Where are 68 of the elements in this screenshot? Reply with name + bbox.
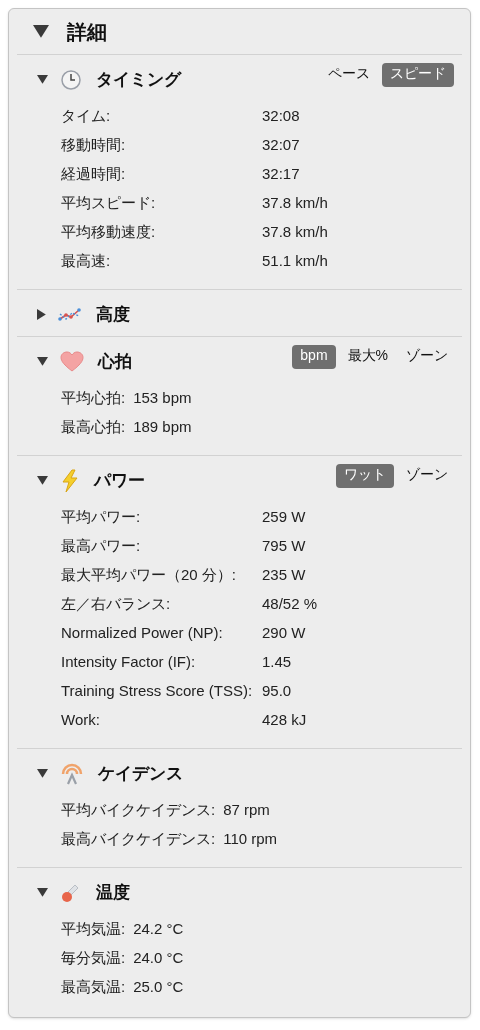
unit-toggle-button[interactable]: ゾーン	[400, 345, 454, 365]
clock-icon	[60, 68, 82, 91]
collapse-triangle-icon[interactable]	[33, 25, 49, 38]
unit-toggle-button[interactable]: ワット	[336, 464, 394, 488]
unit-toggle-button[interactable]: スピード	[382, 63, 454, 87]
stat-label: 平均気温:	[61, 919, 126, 939]
stat-value: 189 bpm	[133, 417, 192, 437]
collapse-triangle-icon[interactable]	[37, 357, 48, 367]
collapse-triangle-icon[interactable]	[37, 75, 48, 85]
section-title: 温度	[96, 882, 130, 904]
stat-label: 毎分気温:	[61, 948, 126, 968]
stat-label: 平均移動速度:	[61, 222, 157, 242]
collapse-triangle-icon[interactable]	[37, 769, 48, 779]
stat-value: 51.1 km/h	[262, 251, 329, 271]
stat-label: タイム:	[61, 106, 112, 126]
section-title: タイミング	[96, 69, 181, 91]
stat-label: 平均スピード:	[61, 193, 157, 213]
unit-toggle-button[interactable]: 最大%	[341, 345, 394, 365]
stat-label: 経過時間:	[61, 164, 127, 184]
stat-value: 259 W	[262, 507, 307, 527]
stat-value: 24.0 °C	[133, 948, 184, 968]
section-title: 高度	[95, 304, 130, 326]
stat-label: 最高バイクケイデンス:	[61, 829, 216, 849]
stat-label: 左／右バランス:	[61, 594, 172, 614]
stat-value: 32:17	[262, 164, 301, 184]
stat-label: Training Stress Score (TSS):	[61, 681, 254, 701]
stat-value: 95.0	[262, 681, 293, 701]
stat-label: 移動時間:	[61, 135, 127, 155]
stat-label: 平均バイクケイデンス:	[61, 800, 216, 820]
stat-label: 最高パワー:	[61, 536, 142, 556]
stat-label: Intensity Factor (IF):	[61, 652, 197, 672]
unit-toggle-button[interactable]: ペース	[322, 63, 376, 83]
stat-value: 428 kJ	[262, 710, 308, 730]
stat-label: Normalized Power (NP):	[61, 623, 224, 643]
stat-label: 最大平均パワー（20 分）:	[61, 565, 238, 585]
stat-value: 110 rpm	[223, 829, 278, 849]
stat-label: 平均心拍:	[61, 388, 126, 408]
collapse-triangle-icon[interactable]	[37, 476, 48, 486]
heart-icon	[60, 350, 84, 373]
signal-arcs-icon	[60, 761, 84, 786]
stat-value: 290 W	[262, 623, 307, 643]
stat-value: 87 rpm	[223, 800, 270, 820]
stat-label: 最高速:	[61, 251, 112, 271]
stat-value: 37.8 km/h	[262, 193, 329, 213]
section-title: パワー	[94, 470, 145, 492]
panel-title: 詳細	[67, 19, 107, 45]
stat-value: 25.0 °C	[133, 977, 184, 997]
section-title: ケイデンス	[98, 763, 183, 785]
stat-value: 795 W	[262, 536, 307, 556]
unit-toggle-button[interactable]: bpm	[292, 345, 336, 369]
stat-value: 48/52 %	[262, 594, 319, 614]
stat-label: 平均パワー:	[61, 507, 142, 527]
collapse-triangle-icon[interactable]	[37, 888, 48, 898]
stat-value: 153 bpm	[133, 388, 192, 408]
unit-toggle-button[interactable]: ゾーン	[400, 464, 454, 484]
lightning-icon	[60, 468, 80, 493]
stat-label: 最高心拍:	[61, 417, 126, 437]
stat-value: 235 W	[262, 565, 307, 585]
line-chart-icon	[57, 305, 82, 324]
stat-value: 32:07	[262, 135, 301, 155]
stat-value: 37.8 km/h	[262, 222, 329, 242]
expand-triangle-icon[interactable]	[37, 309, 46, 321]
stat-value: 24.2 °C	[133, 919, 184, 939]
stat-label: Work:	[61, 710, 101, 730]
stat-label: 最高気温:	[61, 977, 126, 997]
section-title: 心拍	[98, 351, 132, 373]
stat-value: 32:08	[262, 106, 301, 126]
stat-value: 1.45	[262, 652, 293, 672]
